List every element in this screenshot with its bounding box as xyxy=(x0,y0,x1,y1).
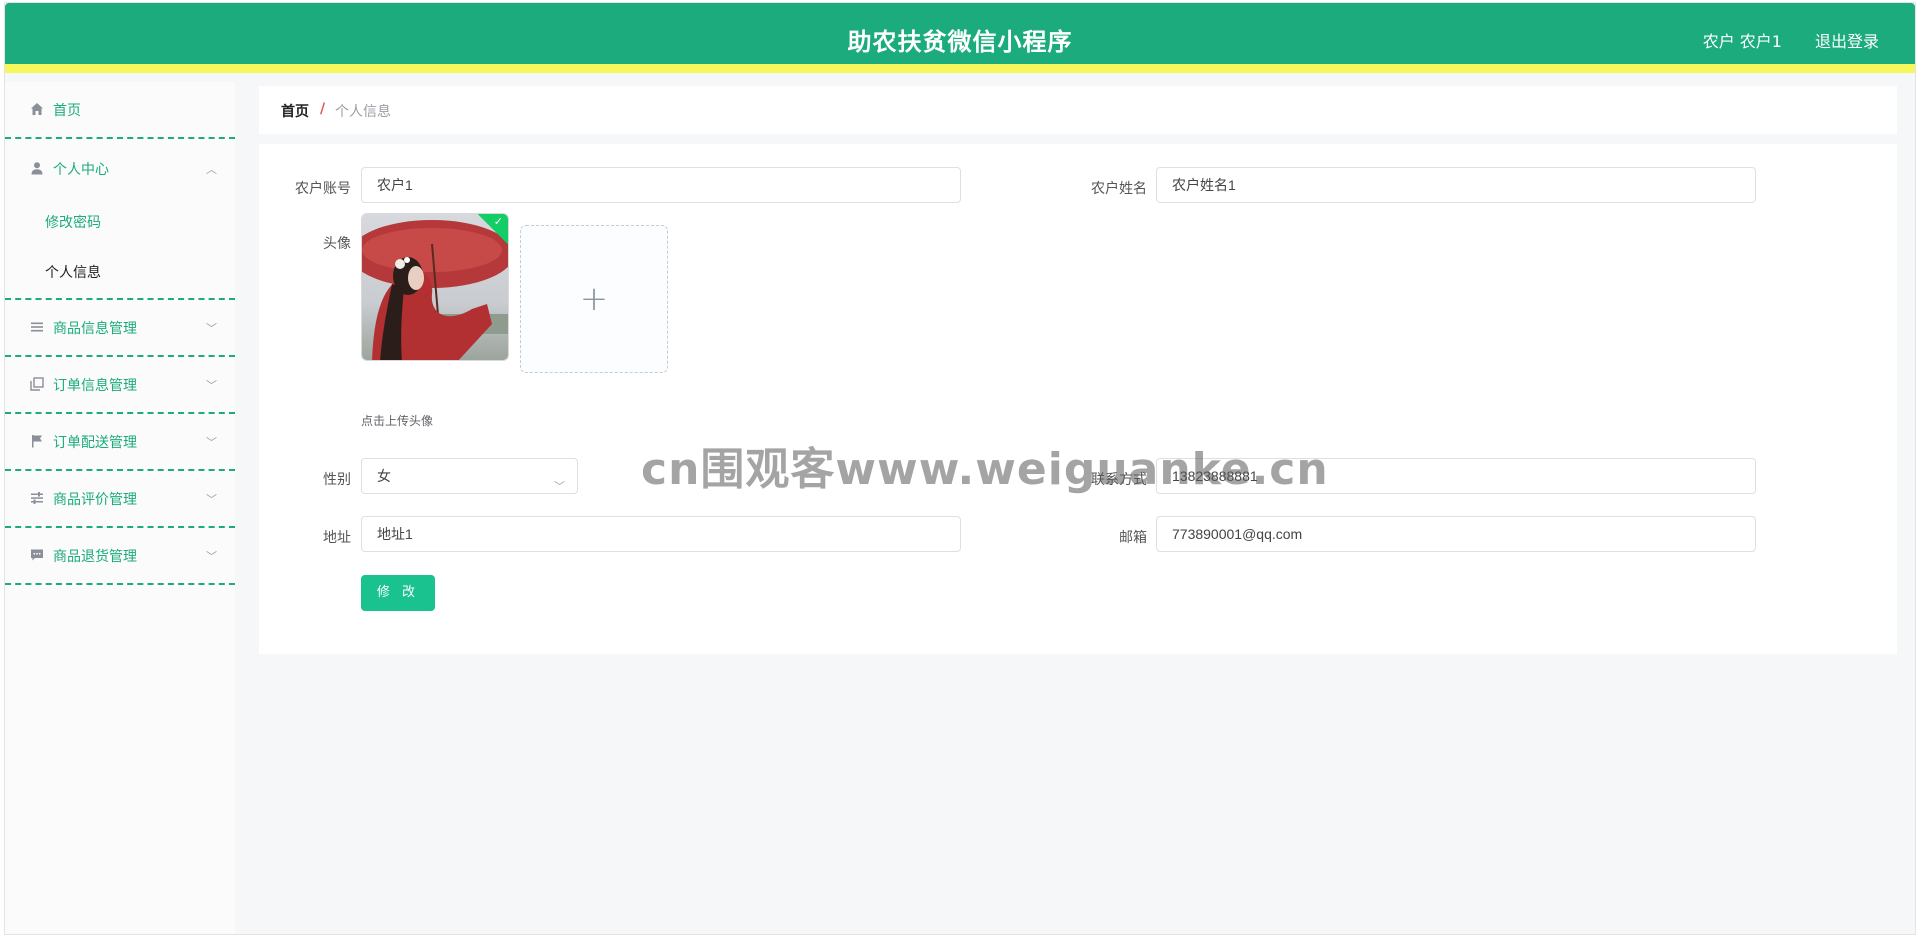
name-label: 农户姓名 xyxy=(1091,181,1147,197)
breadcrumb-home[interactable]: 首页 xyxy=(281,101,309,121)
breadcrumb-current: 个人信息 xyxy=(335,104,391,120)
profile-form: 农户账号 农户1 农户姓名 农户姓名1 头像 ✓ + 点击上传头像 性别 女 ﹀… xyxy=(259,144,1897,654)
flag-icon xyxy=(29,434,45,450)
copy-icon xyxy=(29,376,45,393)
chevron-down-icon: ﹀ xyxy=(554,481,565,493)
sidebar-item-label: 商品评价管理 xyxy=(53,491,137,508)
app-window: 助农扶贫微信小程序 农户 农户1 退出登录 首页 个人中心 ︿ 修改密码 个人信… xyxy=(4,2,1916,935)
sidebar-item-change-password[interactable]: 修改密码 xyxy=(5,198,235,248)
address-label: 地址 xyxy=(323,530,351,546)
chevron-down-icon: ﹀ xyxy=(206,321,217,335)
address-field[interactable]: 地址1 xyxy=(361,516,961,552)
app-title: 助农扶贫微信小程序 xyxy=(847,28,1073,56)
chevron-down-icon: ﹀ xyxy=(206,435,217,449)
chevron-down-icon: ﹀ xyxy=(206,378,217,392)
sidebar-group-personal: 个人中心 ︿ 修改密码 个人信息 xyxy=(5,139,235,300)
phone-label: 联系方式 xyxy=(1091,472,1147,488)
sidebar-item-personal-info[interactable]: 个人信息 xyxy=(5,248,235,298)
gender-label: 性别 xyxy=(323,472,351,488)
sidebar-item-order-delivery[interactable]: 订单配送管理 ﹀ xyxy=(5,414,235,471)
email-field[interactable]: 773890001@qq.com xyxy=(1156,516,1756,552)
top-header: 助农扶贫微信小程序 农户 农户1 退出登录 xyxy=(5,3,1915,73)
avatar-upload-button[interactable]: + xyxy=(520,225,668,373)
breadcrumb: 首页 / 个人信息 xyxy=(259,86,1897,134)
avatar-upload-hint: 点击上传头像 xyxy=(361,414,434,428)
check-icon: ✓ xyxy=(493,215,503,228)
phone-field[interactable]: 13823888881 xyxy=(1156,458,1756,494)
email-label: 邮箱 xyxy=(1119,530,1147,546)
sidebar-item-label: 订单配送管理 xyxy=(53,434,137,451)
sidebar-item-label: 首页 xyxy=(53,102,81,119)
sidebar-item-label: 商品退货管理 xyxy=(53,548,137,565)
chat-icon xyxy=(29,548,45,564)
sidebar-item-product-review[interactable]: 商品评价管理 ﹀ xyxy=(5,471,235,528)
plus-icon: + xyxy=(579,279,609,319)
current-user: 农户 农户1 xyxy=(1702,32,1782,51)
sidebar: 首页 个人中心 ︿ 修改密码 个人信息 商品信息管理 ﹀ 订单信息管理 ﹀ 订单… xyxy=(5,82,235,934)
avatar-label: 头像 xyxy=(323,236,351,252)
gender-select[interactable]: 女 ﹀ xyxy=(361,458,578,494)
account-field[interactable]: 农户1 xyxy=(361,167,961,203)
list-icon xyxy=(29,320,45,336)
chevron-down-icon: ﹀ xyxy=(206,549,217,563)
sidebar-item-label: 商品信息管理 xyxy=(53,320,137,337)
chevron-up-icon: ︿ xyxy=(206,162,217,176)
home-icon xyxy=(29,102,45,118)
breadcrumb-separator: / xyxy=(320,101,326,117)
avatar-image[interactable]: ✓ xyxy=(361,213,509,361)
gender-value: 女 xyxy=(377,468,391,484)
sidebar-item-product-return[interactable]: 商品退货管理 ﹀ xyxy=(5,528,235,585)
sidebar-item-personal[interactable]: 个人中心 ︿ xyxy=(5,139,235,198)
sliders-icon xyxy=(29,491,45,507)
sidebar-item-order-info[interactable]: 订单信息管理 ﹀ xyxy=(5,357,235,414)
sidebar-item-product-info[interactable]: 商品信息管理 ﹀ xyxy=(5,300,235,357)
logout-link[interactable]: 退出登录 xyxy=(1815,28,1879,52)
submit-button[interactable]: 修 改 xyxy=(361,575,435,611)
sidebar-item-label: 个人中心 xyxy=(53,161,109,178)
sidebar-item-home[interactable]: 首页 xyxy=(5,82,235,139)
user-icon xyxy=(29,161,45,177)
account-label: 农户账号 xyxy=(295,181,351,197)
sidebar-item-label: 订单信息管理 xyxy=(53,377,137,394)
chevron-down-icon: ﹀ xyxy=(206,492,217,506)
name-field[interactable]: 农户姓名1 xyxy=(1156,167,1756,203)
